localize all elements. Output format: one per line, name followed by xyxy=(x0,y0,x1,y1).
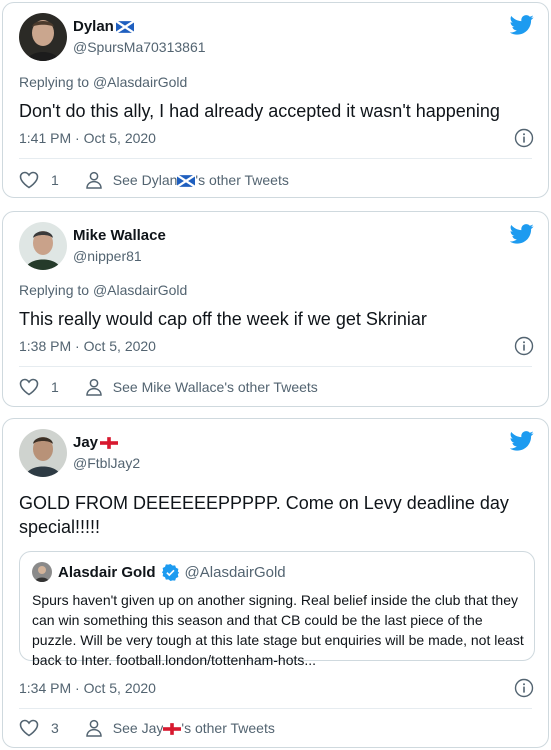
info-icon[interactable] xyxy=(514,678,534,698)
tweet-text: GOLD FROM DEEEEEEPPPPP. Come on Levy dea… xyxy=(19,493,509,537)
divider xyxy=(19,366,532,367)
display-name[interactable]: Mike Wallace xyxy=(73,226,166,246)
heart-icon xyxy=(19,378,39,396)
quoted-user-handle: @AlasdairGold xyxy=(184,563,286,581)
twitter-bird-icon[interactable] xyxy=(510,15,534,35)
like-button[interactable]: 1 xyxy=(19,171,59,189)
avatar xyxy=(32,562,52,582)
info-icon[interactable] xyxy=(514,336,534,356)
timestamp[interactable]: 1:34 PM · Oct 5, 2020 xyxy=(19,680,156,696)
divider xyxy=(19,158,532,159)
tweet-card-dylan[interactable]: Dylan @SpursMa70313861 Replying to @Alas… xyxy=(2,2,549,198)
quoted-tweet[interactable]: Alasdair Gold @AlasdairGold Spurs haven'… xyxy=(19,551,535,668)
avatar[interactable] xyxy=(19,222,67,270)
user-handle[interactable]: @FtblJay2 xyxy=(73,453,140,473)
timestamp[interactable]: 1:41 PM · Oct 5, 2020 xyxy=(19,130,156,146)
see-other-tweets-link[interactable]: See Mike Wallace's other Tweets xyxy=(85,378,318,396)
person-icon xyxy=(85,719,103,737)
info-icon[interactable] xyxy=(514,128,534,148)
quoted-display-name: Alasdair Gold xyxy=(58,563,156,581)
timestamp[interactable]: 1:38 PM · Oct 5, 2020 xyxy=(19,338,156,354)
person-icon xyxy=(85,378,103,396)
heart-icon xyxy=(19,171,39,189)
replying-to: Replying to @AlasdairGold xyxy=(19,74,188,90)
tweet-card-jay[interactable]: Jay @FtblJay2 GOLD FROM DEEEEEEPPPPP. Co… xyxy=(2,418,549,748)
mention-link[interactable]: @AlasdairGold xyxy=(93,282,187,298)
twitter-bird-icon[interactable] xyxy=(510,224,534,244)
like-count: 1 xyxy=(51,172,59,188)
avatar[interactable] xyxy=(19,13,67,61)
like-button[interactable]: 1 xyxy=(19,378,59,396)
avatar[interactable] xyxy=(19,429,67,477)
like-count: 1 xyxy=(51,379,59,395)
england-flag-icon xyxy=(163,723,181,735)
tweet-text: This really would cap off the week if we… xyxy=(19,309,427,329)
quoted-tweet-text: Spurs haven't given up on another signin… xyxy=(32,592,524,668)
divider xyxy=(19,708,532,709)
mention-link[interactable]: @AlasdairGold xyxy=(93,74,187,90)
england-flag-icon xyxy=(100,437,118,449)
twitter-bird-icon[interactable] xyxy=(510,431,534,451)
scotland-flag-icon xyxy=(116,21,134,33)
tweet-text: Don't do this ally, I had already accept… xyxy=(19,101,500,121)
person-icon xyxy=(85,171,103,189)
scotland-flag-icon xyxy=(177,175,195,187)
like-button[interactable]: 3 xyxy=(19,719,59,737)
see-other-tweets-link[interactable]: See Dylan's other Tweets xyxy=(85,171,289,189)
replying-to: Replying to @AlasdairGold xyxy=(19,282,188,298)
heart-icon xyxy=(19,719,39,737)
tweet-card-mike-wallace[interactable]: Mike Wallace @nipper81 Replying to @Alas… xyxy=(2,211,549,407)
display-name[interactable]: Dylan xyxy=(73,17,206,37)
verified-badge-icon xyxy=(162,564,179,581)
user-handle[interactable]: @nipper81 xyxy=(73,246,166,266)
like-count: 3 xyxy=(51,720,59,736)
see-other-tweets-link[interactable]: See Jay's other Tweets xyxy=(85,719,275,737)
user-handle[interactable]: @SpursMa70313861 xyxy=(73,37,206,57)
display-name[interactable]: Jay xyxy=(73,433,140,453)
